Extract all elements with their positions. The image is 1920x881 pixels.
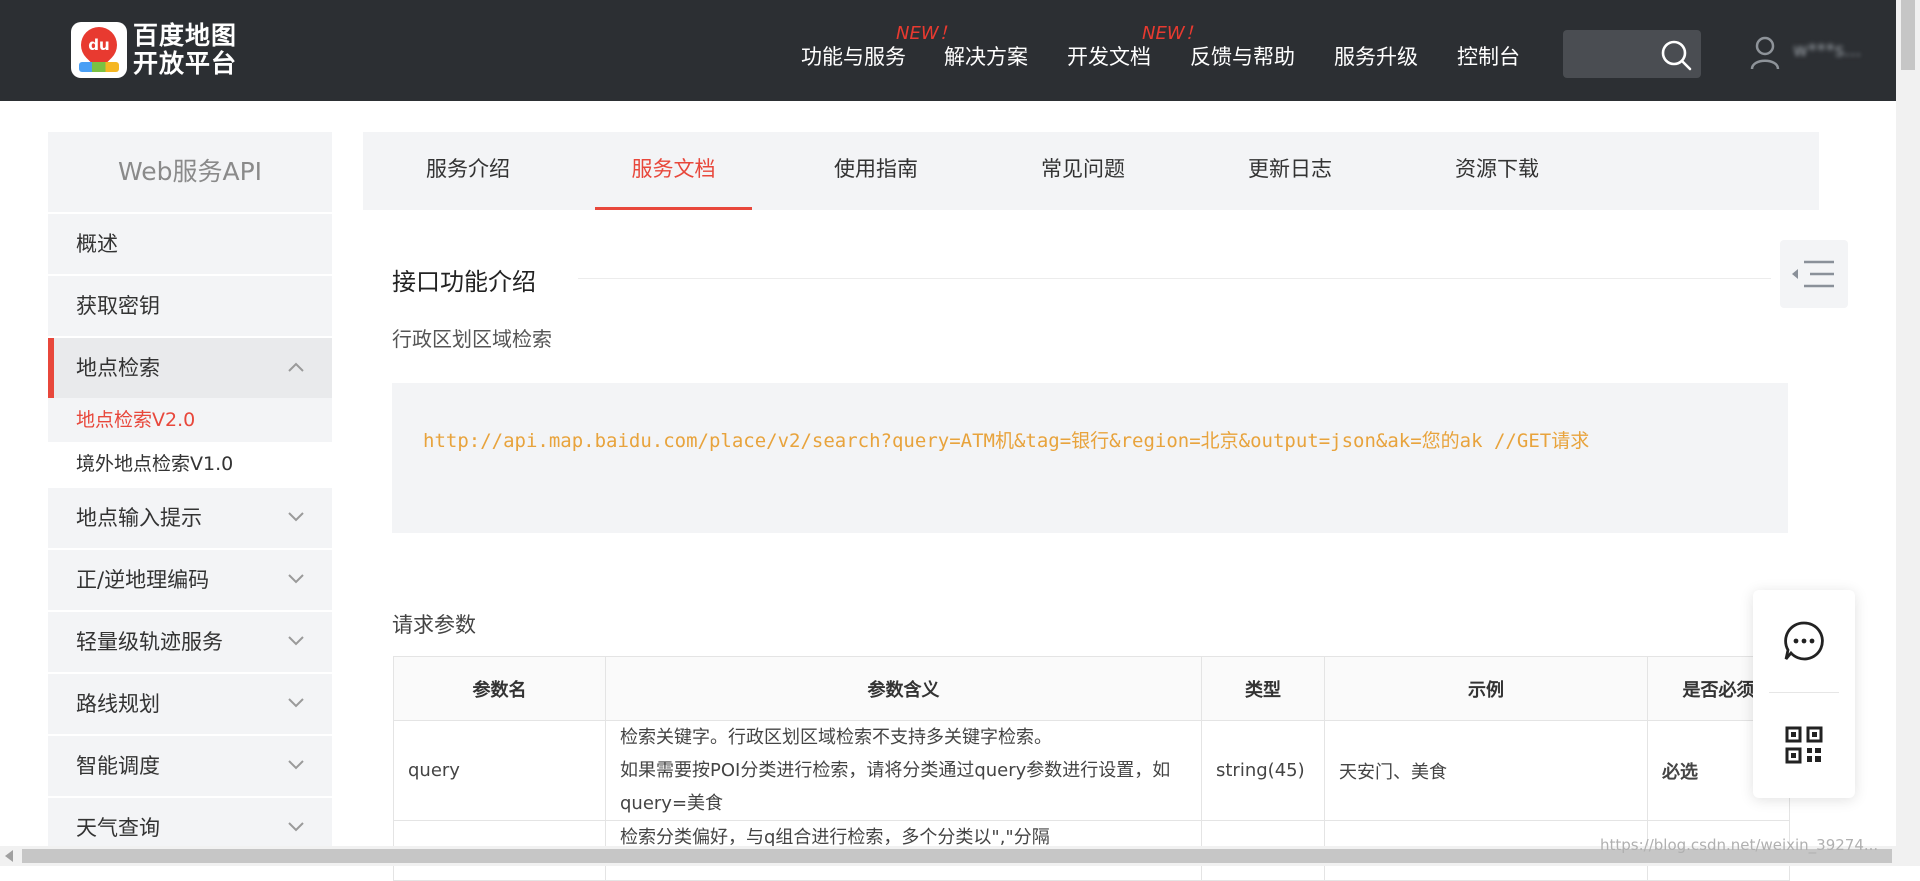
param-example: 天安门、美食 xyxy=(1324,720,1648,821)
sidebar-item-label: 路线规划 xyxy=(76,692,160,716)
floating-help-panel xyxy=(1753,590,1855,798)
doc-tabs: 服务介绍 服务文档 使用指南 常见问题 更新日志 资源下载 xyxy=(363,132,1819,210)
logo-text[interactable]: 百度地图开放平台 xyxy=(133,22,243,78)
sidebar-title: Web服务API xyxy=(48,132,332,212)
watermark: https://blog.csdn.net/weixin_39274... xyxy=(1600,836,1879,854)
nav-console[interactable]: 控制台 xyxy=(1457,41,1520,69)
sidebar-subitem-place-search-v2[interactable]: 地点检索V2.0 xyxy=(48,398,332,442)
vertical-scroll-thumb[interactable] xyxy=(1901,0,1915,70)
nav-dev-docs[interactable]: 开发文档 xyxy=(1067,41,1151,69)
column-header: 示例 xyxy=(1324,656,1648,721)
sidebar-item-place-suggestion[interactable]: 地点输入提示 xyxy=(48,488,332,548)
column-header: 参数含义 xyxy=(605,656,1202,721)
sidebar-item-label: 轻量级轨迹服务 xyxy=(76,630,223,654)
column-header: 类型 xyxy=(1201,656,1325,721)
sidebar-item-geocoding[interactable]: 正/逆地理编码 xyxy=(48,550,332,610)
sidebar-item-label: 正/逆地理编码 xyxy=(76,568,210,592)
scroll-left-arrow-icon[interactable] xyxy=(5,850,13,862)
chat-icon[interactable] xyxy=(1783,620,1825,662)
qr-code-icon[interactable] xyxy=(1785,726,1823,764)
top-navbar: du 百度地图开放平台 功能与服务 NEW！ 解决方案 开发文档 NEW！ 反馈… xyxy=(0,0,1896,101)
tab-downloads[interactable]: 资源下载 xyxy=(1424,132,1570,210)
code-block: http://api.map.baidu.com/place/v2/search… xyxy=(392,383,1788,533)
chevron-up-icon xyxy=(288,362,304,372)
list-collapse-icon xyxy=(1792,260,1834,288)
sidebar-item-smart-dispatch[interactable]: 智能调度 xyxy=(48,736,332,796)
chevron-down-icon xyxy=(288,512,304,522)
baidu-map-logo-icon[interactable]: du xyxy=(71,19,127,78)
param-type: string(45) xyxy=(1201,720,1325,821)
nav-features[interactable]: 功能与服务 xyxy=(801,41,906,69)
chevron-down-icon xyxy=(288,760,304,770)
user-icon[interactable] xyxy=(1750,36,1780,70)
chevron-down-icon xyxy=(288,574,304,584)
logo-badge: du xyxy=(88,36,110,54)
nav-service-upgrade[interactable]: 服务升级 xyxy=(1334,41,1418,69)
sidebar-item-get-key[interactable]: 获取密钥 xyxy=(48,276,332,336)
section-title: 接口功能介绍 xyxy=(392,268,536,296)
tab-usage-guide[interactable]: 使用指南 xyxy=(803,132,949,210)
search-input[interactable] xyxy=(1563,30,1701,78)
tab-changelog[interactable]: 更新日志 xyxy=(1217,132,1363,210)
vertical-scrollbar[interactable] xyxy=(1896,0,1920,846)
section-subtitle: 行政区划区域检索 xyxy=(392,327,552,351)
table-row: query 检索关键字。行政区划区域检索不支持多关键字检索。 如果需要按POI分… xyxy=(393,720,1790,821)
sidebar-item-label: 获取密钥 xyxy=(76,294,160,318)
sidebar-item-label: 概述 xyxy=(76,232,118,256)
nav-feedback-help[interactable]: 反馈与帮助 xyxy=(1190,41,1295,69)
column-header: 参数名 xyxy=(393,656,606,721)
sidebar-subitem-overseas-place-search[interactable]: 境外地点检索V1.0 xyxy=(48,442,332,486)
param-desc-line: 如果需要按POI分类进行检索，请将分类通过query参数进行设置，如query=… xyxy=(620,760,1171,814)
search-icon[interactable] xyxy=(1659,38,1693,72)
sidebar-item-route-planning[interactable]: 路线规划 xyxy=(48,674,332,734)
sidebar-item-label: 智能调度 xyxy=(76,754,160,778)
table-header-row: 参数名 参数含义 类型 示例 是否必须 xyxy=(393,656,1790,721)
params-title: 请求参数 xyxy=(392,613,476,637)
tab-service-docs[interactable]: 服务文档 xyxy=(595,132,752,210)
code-sample: http://api.map.baidu.com/place/v2/search… xyxy=(423,430,1590,452)
chevron-down-icon xyxy=(288,822,304,832)
sidebar-item-overview[interactable]: 概述 xyxy=(48,214,332,274)
sidebar: Web服务API 概述 获取密钥 地点检索 地点检索V2.0 境外地点检索V1.… xyxy=(48,132,332,858)
section-divider xyxy=(578,278,1771,279)
nav-solutions[interactable]: 解决方案 xyxy=(944,41,1028,69)
tab-service-intro[interactable]: 服务介绍 xyxy=(395,132,541,210)
sidebar-item-label: 天气查询 xyxy=(76,816,160,840)
toc-toggle-button[interactable] xyxy=(1780,240,1848,308)
user-name[interactable]: w***s... xyxy=(1793,40,1861,61)
sidebar-item-label: 地点检索 xyxy=(76,356,160,380)
sidebar-item-label: 地点输入提示 xyxy=(76,506,202,530)
param-desc: 检索关键字。行政区划区域检索不支持多关键字检索。 如果需要按POI分类进行检索，… xyxy=(605,720,1202,821)
chevron-down-icon xyxy=(288,636,304,646)
chevron-down-icon xyxy=(288,698,304,708)
tab-faq[interactable]: 常见问题 xyxy=(1010,132,1156,210)
param-desc-line: 检索关键字。行政区划区域检索不支持多关键字检索。 xyxy=(620,727,1052,748)
sidebar-item-place-search[interactable]: 地点检索 xyxy=(48,338,332,398)
param-name: query xyxy=(393,720,606,821)
sidebar-item-track-service[interactable]: 轻量级轨迹服务 xyxy=(48,612,332,672)
